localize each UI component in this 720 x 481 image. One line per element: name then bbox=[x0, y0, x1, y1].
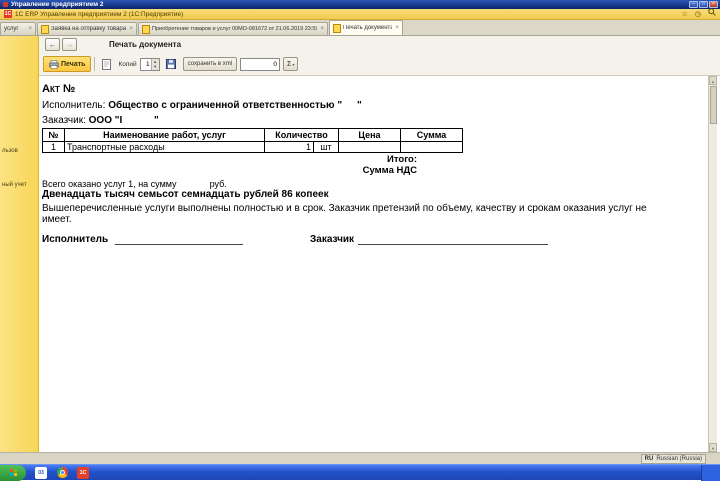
sidebar-item-truncated[interactable]: ный учет bbox=[2, 182, 27, 188]
window-bottom-strip: RU Russian (Russia) bbox=[0, 452, 720, 464]
amount-in-words: Двенадцать тысяч семьсот семнадцать рубл… bbox=[42, 189, 329, 200]
autosum-field[interactable]: 0 bbox=[240, 57, 281, 71]
chevron-down-icon: ▾ bbox=[292, 61, 295, 67]
cell-sum bbox=[400, 141, 463, 153]
app-titlebar: 1С 1С ERP Управление предприятием 2 (1С:… bbox=[0, 8, 720, 20]
print-preview-icon[interactable] bbox=[98, 56, 115, 73]
executor-line: Исполнитель: Общество с ограниченной отв… bbox=[42, 100, 343, 111]
window-title: Управление предприятием 2 bbox=[11, 1, 104, 8]
start-button[interactable] bbox=[0, 464, 26, 481]
customer-name: ООО "I bbox=[88, 115, 123, 126]
document-icon bbox=[333, 23, 341, 33]
quantity-value: 1 bbox=[305, 142, 311, 152]
table-header-row: № Наименование работ, услуг Количество Ц… bbox=[42, 128, 463, 142]
app-icon bbox=[3, 2, 8, 7]
sigma-icon: Σ bbox=[287, 60, 292, 68]
scrollbar-thumb[interactable] bbox=[710, 86, 717, 124]
tab-close-icon[interactable]: × bbox=[395, 25, 399, 31]
disclaimer-text: Вышеперечисленные услуги выполнены полно… bbox=[42, 203, 647, 225]
tab-print-document[interactable]: Печать документа × bbox=[329, 20, 403, 35]
copies-value: 1 bbox=[146, 60, 150, 68]
print-toolbar: Печать Копий 1 ▲ ▼ сохранить в xml 0 Σ ▾ bbox=[39, 53, 720, 76]
sections-sidebar: льзов ный учет bbox=[0, 36, 39, 452]
col-price: Цена bbox=[338, 128, 401, 142]
chrome-logo-icon bbox=[56, 467, 68, 478]
language-code: RU bbox=[644, 456, 654, 462]
vertical-scrollbar[interactable]: ▲ ▼ bbox=[708, 76, 717, 452]
system-tray bbox=[701, 464, 720, 481]
tab-close-icon[interactable]: × bbox=[320, 26, 324, 32]
language-bar[interactable]: RU Russian (Russia) bbox=[640, 454, 706, 464]
search-icon[interactable] bbox=[708, 8, 716, 20]
cell-name: Транспортные расходы bbox=[64, 141, 265, 153]
cell-quantity: 1 шт bbox=[264, 141, 339, 153]
tab-shipment-request[interactable]: Заявка на отправку товара × bbox=[37, 22, 137, 35]
scroll-up-icon[interactable]: ▲ bbox=[709, 76, 717, 85]
minimize-button[interactable]: – bbox=[689, 1, 698, 8]
col-sum: Сумма bbox=[400, 128, 463, 142]
act-title: Акт № bbox=[42, 83, 76, 95]
taskbar-app-icon-03[interactable]: 03 bbox=[35, 466, 47, 479]
table-row: 1 Транспортные расходы 1 шт bbox=[42, 141, 463, 153]
stepper-down-icon[interactable]: ▼ bbox=[152, 64, 159, 70]
col-name: Наименование работ, услуг bbox=[64, 128, 265, 142]
document-icon bbox=[142, 24, 150, 34]
cell-number: 1 bbox=[42, 141, 65, 153]
window-titlebar: Управление предприятием 2 – □ × bbox=[0, 0, 720, 9]
print-button[interactable]: Печать bbox=[43, 56, 92, 72]
taskbar: 03 1С bbox=[0, 464, 720, 481]
sidebar-item-truncated[interactable]: льзов bbox=[2, 148, 18, 154]
scroll-down-icon[interactable]: ▼ bbox=[709, 443, 717, 452]
executor-quote: " bbox=[357, 100, 362, 111]
windows-flag-icon bbox=[9, 469, 17, 476]
vat-label: Сумма НДС bbox=[362, 165, 417, 176]
save-xml-button[interactable]: сохранить в xml bbox=[182, 57, 238, 71]
executor-sign-line bbox=[114, 234, 243, 245]
customer-line: Заказчик: ООО "I bbox=[42, 115, 123, 126]
save-icon[interactable] bbox=[163, 56, 180, 73]
act-items-table: № Наименование работ, услуг Количество Ц… bbox=[42, 128, 463, 153]
printer-icon bbox=[49, 59, 59, 69]
signatures-row: Исполнитель Заказчик bbox=[42, 234, 698, 246]
favorites-star-icon[interactable]: ☆ bbox=[682, 9, 688, 20]
tab-services-truncated[interactable]: услуг × bbox=[0, 22, 36, 35]
taskbar-app-icon-1c[interactable]: 1С bbox=[77, 466, 89, 479]
customer-quote: " bbox=[154, 115, 159, 126]
col-number: № bbox=[42, 128, 65, 142]
copies-stepper[interactable]: 1 ▲ ▼ bbox=[139, 57, 160, 71]
customer-sign-label: Заказчик bbox=[310, 234, 355, 245]
sigma-button[interactable]: Σ ▾ bbox=[283, 57, 299, 71]
language-name: Russian (Russia) bbox=[656, 456, 702, 462]
navigation-row: ← → Печать документа bbox=[39, 36, 720, 53]
col-quantity: Количество bbox=[264, 128, 339, 142]
summary-line: Всего оказано услуг 1, на сумму руб. bbox=[42, 179, 227, 189]
cell-price bbox=[338, 141, 401, 153]
unit-value: шт bbox=[313, 142, 338, 152]
currency-label: руб. bbox=[209, 179, 227, 189]
1c-logo-icon: 1С bbox=[4, 10, 12, 18]
executor-name: Общество с ограниченной ответственностью… bbox=[108, 100, 343, 111]
total-label: Итого: bbox=[387, 154, 417, 165]
page-title: Печать документа bbox=[109, 40, 182, 49]
customer-sign-line bbox=[358, 234, 548, 245]
history-clock-icon[interactable]: ◷ bbox=[695, 9, 701, 20]
maximize-button[interactable]: □ bbox=[699, 1, 708, 8]
close-button[interactable]: × bbox=[709, 1, 718, 8]
forward-button[interactable]: → bbox=[62, 38, 77, 51]
tab-close-icon[interactable]: × bbox=[28, 26, 32, 32]
copies-label: Копий bbox=[118, 60, 137, 68]
tab-purchase-document[interactable]: Приобретение товаров и услуг 00МО-081672… bbox=[138, 22, 328, 35]
app-title: 1С ERP Управление предприятием 2 (1С:Пре… bbox=[15, 10, 184, 18]
browser-icon[interactable] bbox=[56, 467, 68, 479]
print-preview: Акт № Исполнитель: Общество с ограниченн… bbox=[39, 76, 708, 452]
back-button[interactable]: ← bbox=[45, 38, 60, 51]
tab-close-icon[interactable]: × bbox=[129, 26, 133, 32]
tab-bar: услуг × Заявка на отправку товара × Прио… bbox=[0, 20, 720, 36]
executor-sign-label: Исполнитель bbox=[42, 234, 109, 245]
toolbar-separator bbox=[94, 57, 96, 71]
document-icon bbox=[41, 24, 49, 34]
